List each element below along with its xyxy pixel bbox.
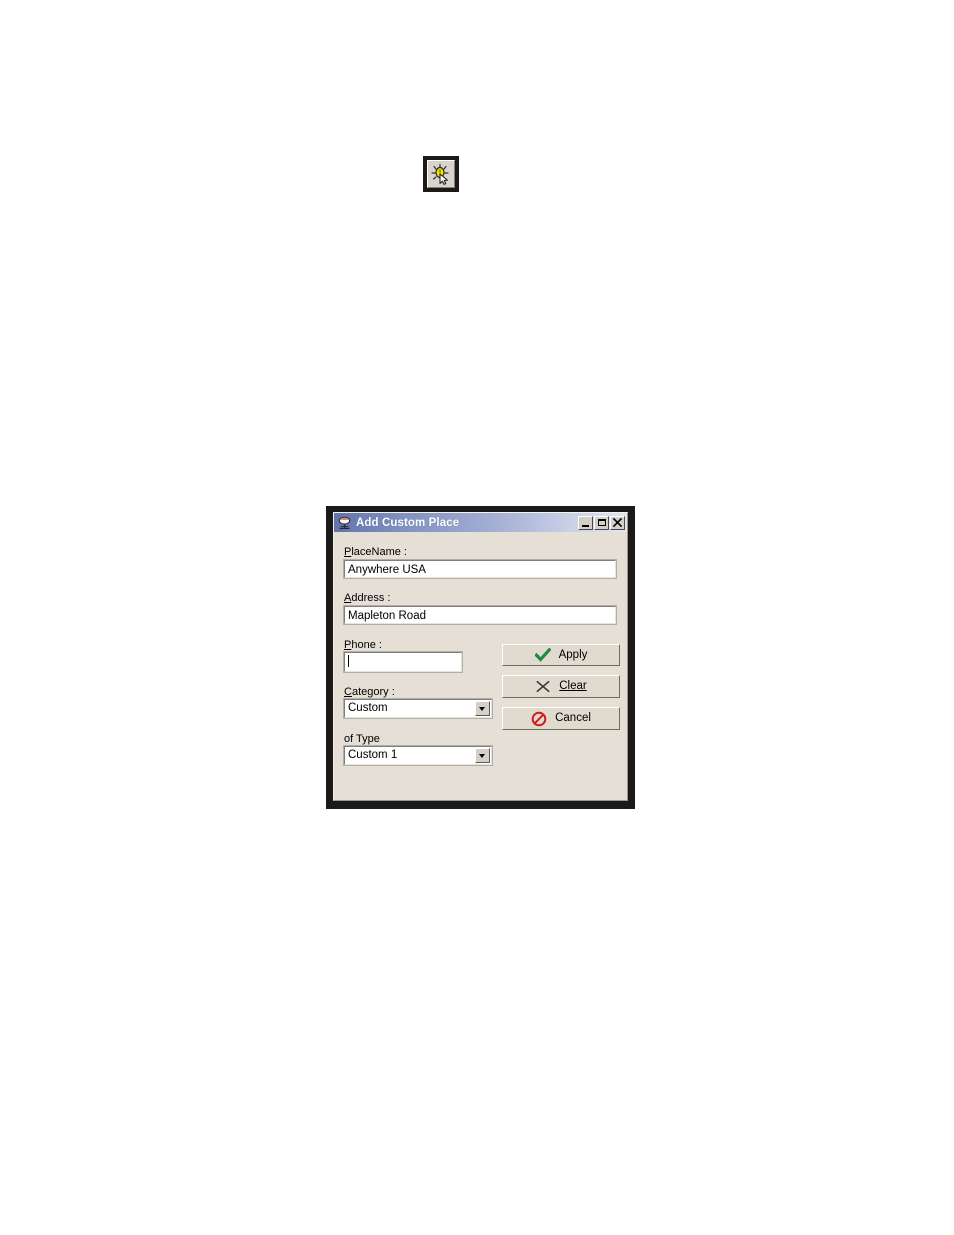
close-button[interactable] <box>610 515 625 530</box>
chevron-down-icon[interactable] <box>475 701 490 716</box>
placename-label: PlaceName : <box>344 546 407 558</box>
cancel-button[interactable]: Cancel <box>502 707 620 730</box>
address-value: Mapleton Road <box>348 610 426 622</box>
chevron-down-icon[interactable] <box>475 748 490 763</box>
clear-button[interactable]: Clear <box>502 675 620 698</box>
oftype-value: Custom 1 <box>348 749 398 761</box>
green-check-icon <box>534 647 551 663</box>
add-custom-place-tool-icon <box>427 160 455 188</box>
minimize-button[interactable] <box>578 515 593 530</box>
oftype-dropdown[interactable]: Custom 1 <box>343 745 493 766</box>
place-marker-sparkle-cursor-icon <box>431 163 449 185</box>
maximize-button[interactable] <box>594 515 609 530</box>
dialog-title: Add Custom Place <box>356 516 460 529</box>
placename-input[interactable]: Anywhere USA <box>343 559 617 579</box>
apply-button[interactable]: Apply <box>502 644 620 666</box>
close-icon <box>611 517 624 529</box>
place-marker-glyph <box>338 516 351 529</box>
phone-input[interactable] <box>343 651 463 673</box>
add-custom-place-dialog: Add Custom Place PlaceName : Anywhere US… <box>326 506 635 809</box>
dialog-client-area: PlaceName : Anywhere USA Address : Maple… <box>334 532 627 800</box>
category-label: Category : <box>344 686 395 698</box>
address-label: Address : <box>344 592 391 604</box>
minimize-icon <box>582 524 589 527</box>
apply-button-label: Apply <box>558 648 588 661</box>
placename-value: Anywhere USA <box>348 564 426 576</box>
x-cross-icon <box>535 679 551 695</box>
dialog-inner-frame: Add Custom Place PlaceName : Anywhere US… <box>333 512 628 801</box>
address-input[interactable]: Mapleton Road <box>343 605 617 625</box>
add-custom-place-toolbar-button[interactable] <box>423 156 459 192</box>
dialog-titlebar[interactable]: Add Custom Place <box>334 513 627 532</box>
maximize-icon <box>598 518 606 526</box>
phone-label: Phone : <box>344 639 382 651</box>
titlebar-button-group <box>578 515 625 530</box>
cancel-button-label: Cancel <box>555 712 591 724</box>
place-marker-icon <box>337 516 352 530</box>
clear-button-label: Clear <box>559 680 587 692</box>
category-dropdown[interactable]: Custom <box>343 698 493 719</box>
oftype-label: of Type <box>344 733 380 745</box>
no-entry-icon <box>531 711 547 727</box>
category-value: Custom <box>348 702 388 714</box>
